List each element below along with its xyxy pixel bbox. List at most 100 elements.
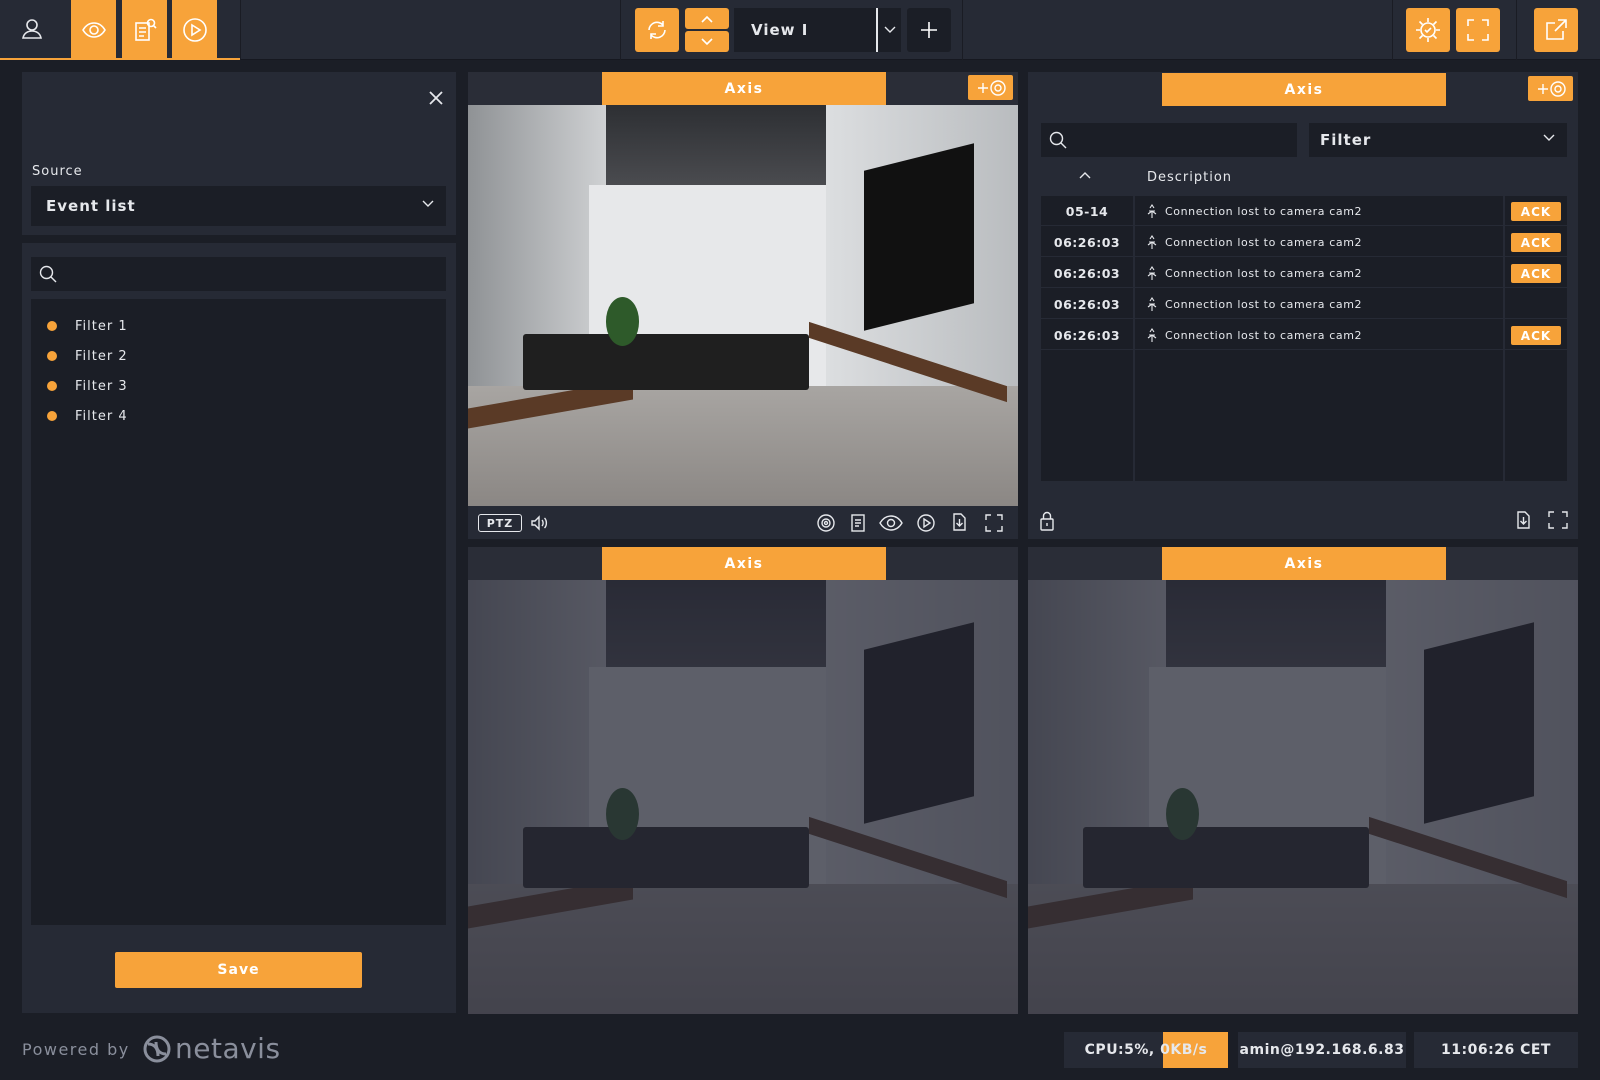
powered-by-label: Powered by xyxy=(22,1040,130,1059)
filter-label: Filter xyxy=(1320,131,1372,149)
camera-image xyxy=(1028,580,1578,1014)
lock-icon[interactable] xyxy=(1038,510,1056,532)
download-icon[interactable] xyxy=(1514,510,1532,530)
ptz-button[interactable]: PTZ xyxy=(478,514,522,532)
table-row[interactable]: 06:26:03 Connection lost to camera cam2 … xyxy=(1041,258,1567,288)
tile-title: Axis xyxy=(602,72,886,105)
close-panel-button[interactable] xyxy=(424,86,448,110)
fullscreen-icon xyxy=(1465,17,1491,43)
camera-tile[interactable] xyxy=(468,72,1018,539)
event-time: 06:26:03 xyxy=(1053,327,1121,343)
settings-check-icon xyxy=(1413,15,1443,45)
add-view-button[interactable] xyxy=(907,8,951,52)
event-description: Connection lost to camera cam2 xyxy=(1165,297,1363,311)
play-icon[interactable] xyxy=(916,513,936,533)
playback-tab[interactable] xyxy=(172,0,217,60)
ack-button[interactable]: ACK xyxy=(1511,264,1561,283)
list-item[interactable]: Filter 2 xyxy=(31,341,446,371)
table-row[interactable]: 05-14 Connection lost to camera cam2 ACK xyxy=(1041,196,1567,226)
speaker-icon[interactable] xyxy=(530,514,548,532)
sort-ascending-icon[interactable] xyxy=(1078,170,1092,180)
view-down-button[interactable] xyxy=(685,31,729,52)
filter-search-input[interactable] xyxy=(31,257,446,291)
radio-icon xyxy=(47,351,57,361)
list-item[interactable]: Filter 4 xyxy=(31,401,446,431)
add-camera-icon xyxy=(974,78,1008,98)
event-table: 05-14 Connection lost to camera cam2 ACK… xyxy=(1041,196,1567,481)
save-button[interactable]: Save xyxy=(115,952,362,988)
list-item[interactable]: Filter 3 xyxy=(31,371,446,401)
fullscreen-button[interactable] xyxy=(1456,8,1500,52)
fullscreen-icon[interactable] xyxy=(984,513,1004,533)
event-description: Connection lost to camera cam2 xyxy=(1165,235,1363,249)
download-icon[interactable] xyxy=(950,512,968,532)
camera-icon[interactable] xyxy=(816,513,836,533)
event-time: 06:26:03 xyxy=(1053,265,1121,281)
filter-list: Filter 1 Filter 2 Filter 3 Filter 4 xyxy=(31,299,446,925)
refresh-icon xyxy=(643,16,671,44)
source-select[interactable]: Event list xyxy=(31,186,446,226)
chevron-down-icon xyxy=(422,200,434,208)
view-dropdown-button[interactable] xyxy=(876,8,901,52)
ack-button[interactable]: ACK xyxy=(1511,326,1561,345)
filter-label: Filter 1 xyxy=(75,318,128,334)
source-value: Event list xyxy=(46,197,136,215)
divider xyxy=(1392,0,1393,60)
divider xyxy=(620,0,621,60)
eye-icon xyxy=(81,17,107,43)
filter-label: Filter 3 xyxy=(75,378,128,394)
add-camera-icon xyxy=(1534,79,1568,99)
view-up-button[interactable] xyxy=(685,8,729,29)
report-tab[interactable] xyxy=(122,0,167,60)
netavis-logo-icon xyxy=(142,1034,172,1064)
camera-tile[interactable] xyxy=(1028,547,1578,1014)
camera-tile[interactable] xyxy=(468,547,1018,1014)
view-select[interactable]: View I xyxy=(734,8,876,52)
search-icon xyxy=(1049,131,1067,149)
list-item[interactable]: Filter 1 xyxy=(31,311,446,341)
eye-icon[interactable] xyxy=(878,513,904,533)
event-filter-select[interactable]: Filter xyxy=(1309,123,1567,157)
table-row[interactable]: 06:26:03 Connection lost to camera cam2 … xyxy=(1041,227,1567,257)
chevron-down-icon xyxy=(884,26,896,34)
cpu-status: CPU:5%, 0KB/s xyxy=(1064,1032,1228,1068)
settings-button[interactable] xyxy=(1406,8,1450,52)
add-camera-button[interactable] xyxy=(968,75,1013,100)
plus-icon xyxy=(919,20,939,40)
column-header-description[interactable]: Description xyxy=(1147,170,1232,185)
divider xyxy=(1516,0,1517,60)
ack-button[interactable]: ACK xyxy=(1511,202,1561,221)
tile-title: Axis xyxy=(602,547,886,580)
search-icon xyxy=(39,265,57,283)
chevron-down-icon xyxy=(1543,134,1555,142)
event-time: 05-14 xyxy=(1065,203,1109,219)
report-icon[interactable] xyxy=(849,513,867,533)
radio-icon xyxy=(47,411,57,421)
chevron-up-icon xyxy=(700,14,714,24)
filter-label: Filter 4 xyxy=(75,408,128,424)
tile-title: Axis xyxy=(1162,547,1446,580)
filter-label: Filter 2 xyxy=(75,348,128,364)
cycle-views-button[interactable] xyxy=(635,8,679,52)
user-icon xyxy=(20,17,44,41)
view-name: View I xyxy=(751,21,809,39)
external-link-icon xyxy=(1543,17,1569,43)
brand-name: netavis xyxy=(175,1032,281,1065)
top-bar: View I xyxy=(0,0,1600,60)
play-icon xyxy=(182,17,208,43)
add-camera-button[interactable] xyxy=(1528,76,1573,101)
user-status: amin@192.168.6.83 xyxy=(1238,1032,1406,1068)
event-description: Connection lost to camera cam2 xyxy=(1165,328,1363,342)
user-tab[interactable] xyxy=(0,0,64,60)
detach-window-button[interactable] xyxy=(1534,8,1578,52)
fullscreen-icon[interactable] xyxy=(1547,510,1569,530)
event-search-input[interactable] xyxy=(1041,123,1297,157)
camera-toolbar: PTZ xyxy=(468,506,1018,539)
table-row[interactable]: 06:26:03 Connection lost to camera cam2 xyxy=(1041,289,1567,319)
divider xyxy=(962,0,963,60)
chevron-down-icon xyxy=(700,37,714,47)
table-row[interactable]: 06:26:03 Connection lost to camera cam2 … xyxy=(1041,320,1567,350)
live-view-tab[interactable] xyxy=(71,0,116,60)
ack-button[interactable]: ACK xyxy=(1511,233,1561,252)
radio-icon xyxy=(47,321,57,331)
